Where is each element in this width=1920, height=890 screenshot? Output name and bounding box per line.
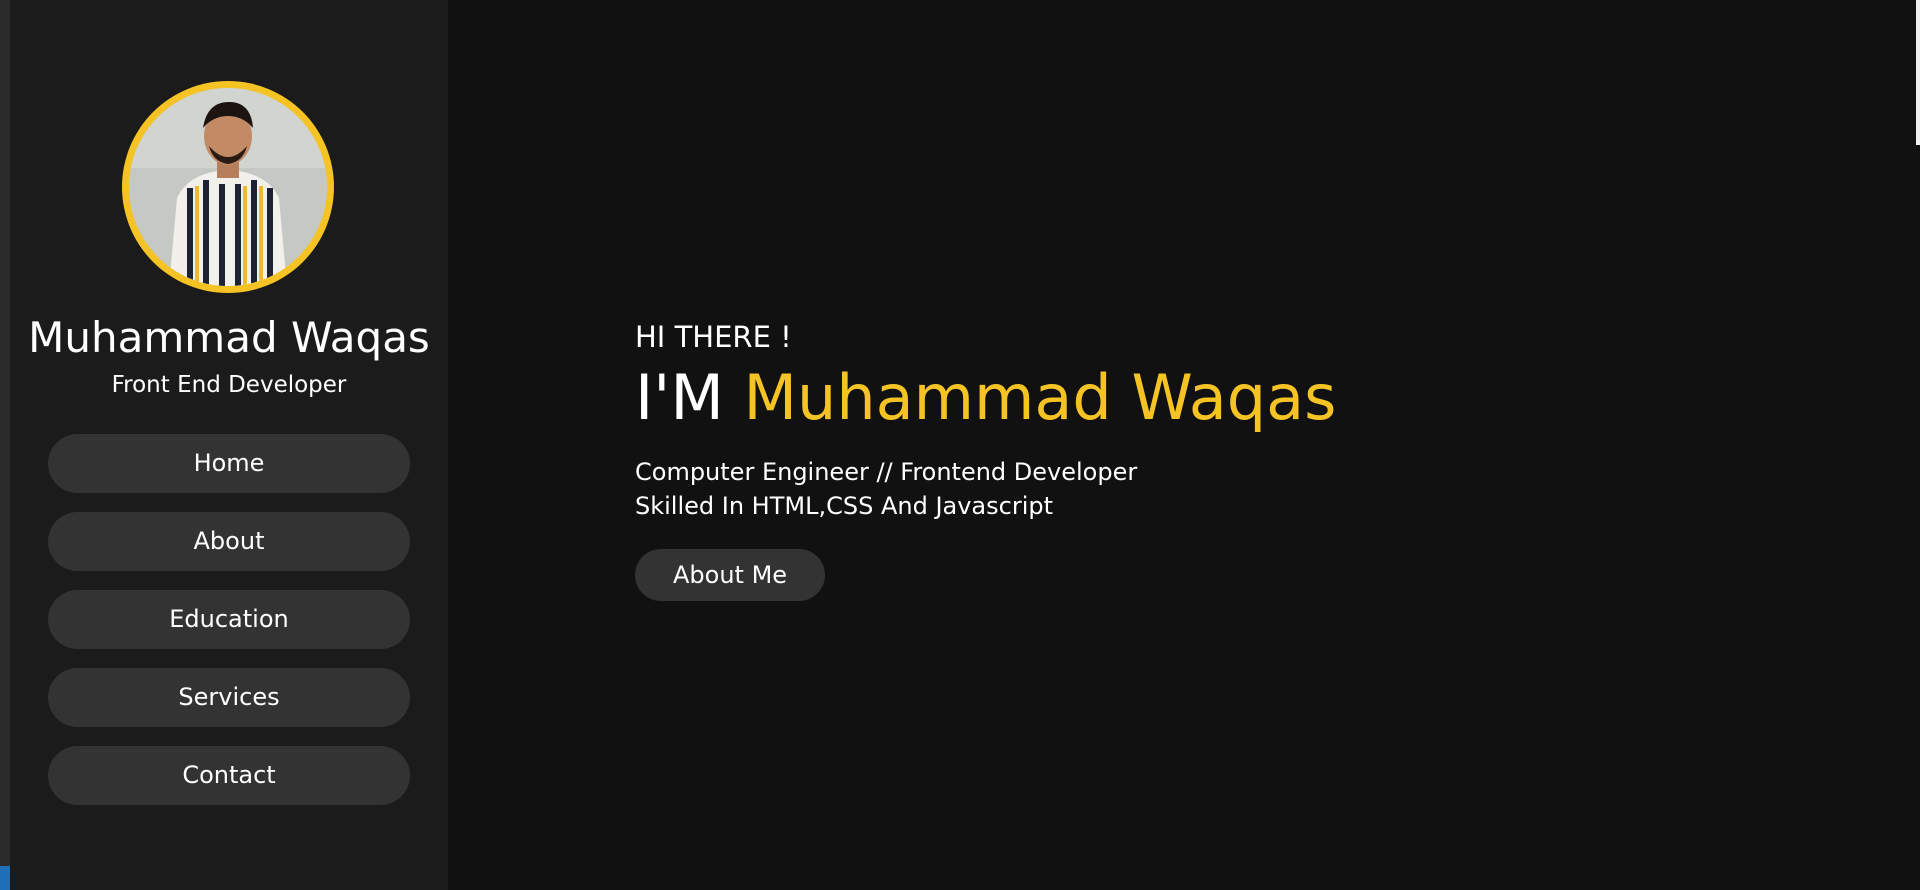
hero-title-name: Muhammad Waqas [743,361,1337,434]
sidebar-name: Muhammad Waqas [28,313,430,362]
sidebar: Muhammad Waqas Front End Developer Home … [10,0,448,890]
window-edge-accent [0,866,10,890]
nav-services-button[interactable]: Services [48,668,410,727]
profile-avatar [122,81,334,293]
hero-greeting: HI THERE ! [635,320,792,354]
nav-home-button[interactable]: Home [48,434,410,493]
window-edge [0,0,10,890]
portfolio-page: Muhammad Waqas Front End Developer Home … [0,0,1920,890]
page-scrollbar[interactable] [1916,0,1920,890]
page-scrollbar-thumb[interactable] [1916,0,1920,145]
hero-section: HI THERE ! I'M Muhammad Waqas Computer E… [635,314,1336,601]
sidebar-role: Front End Developer [111,372,347,398]
profile-photo [129,88,327,286]
nav-contact-button[interactable]: Contact [48,746,410,805]
hero-description-line-2: Skilled In HTML,CSS And Javascript [635,492,1054,520]
about-me-button[interactable]: About Me [635,549,826,601]
hero-title-prefix: I'M [635,361,724,434]
nav-about-button[interactable]: About [48,512,410,571]
profile-photo-illustration [129,88,327,286]
sidebar-nav: Home About Education Services Contact [48,434,410,824]
nav-education-button[interactable]: Education [48,590,410,649]
hero-description-line-1: Computer Engineer // Frontend Developer [635,458,1138,486]
hero-title: I'M Muhammad Waqas [635,360,1336,436]
hero-description: Computer Engineer // Frontend Developer … [635,455,1336,523]
